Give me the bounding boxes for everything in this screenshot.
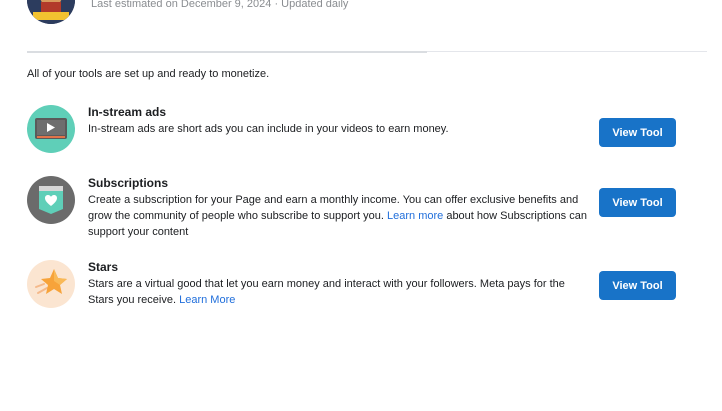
view-tool-button-instream-ads[interactable]: View Tool [599,118,676,147]
view-tool-button-subscriptions[interactable]: View Tool [599,188,676,217]
tool-title: Subscriptions [88,176,169,190]
divider-highlight [27,51,427,53]
view-tool-button-stars[interactable]: View Tool [599,271,676,300]
tool-title: In-stream ads [88,105,167,119]
intro-text: All of your tools are set up and ready t… [27,68,270,80]
description-text: Stars are a virtual good that let you ea… [88,278,565,306]
tool-description: Create a subscription for your Page and … [88,192,588,240]
heart-badge-icon [27,176,75,224]
tool-title: Stars [88,260,119,274]
learn-more-link[interactable]: Learn more [387,210,443,222]
video-play-icon [27,105,75,153]
page-avatar [27,0,75,24]
tool-description: In-stream ads are short ads you can incl… [88,123,449,135]
star-icon [27,260,75,308]
tool-description: Stars are a virtual good that let you ea… [88,276,588,308]
learn-more-link[interactable]: Learn More [179,294,235,306]
estimate-text: Last estimated on December 9, 2024 · Upd… [91,0,349,10]
